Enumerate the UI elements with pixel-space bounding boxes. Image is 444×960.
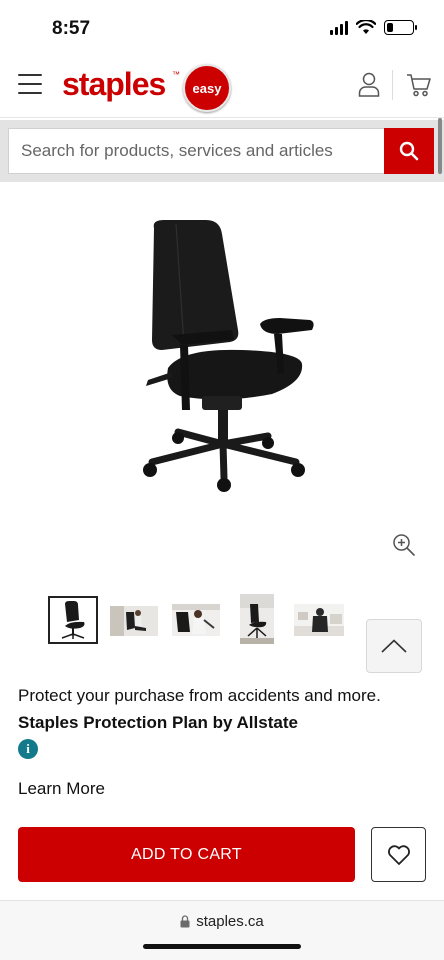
account-icon[interactable] [358,72,380,98]
zoom-in-icon[interactable] [392,533,416,557]
battery-icon [384,20,417,35]
browser-url-bar: staples.ca [0,900,444,960]
search-box [8,128,434,174]
protection-intro: Protect your purchase from accidents and… [18,686,381,705]
header-divider [392,70,393,100]
search-input[interactable] [9,129,384,173]
easy-button-logo[interactable]: easy [183,64,231,112]
thumbnail-woman-seated[interactable] [110,606,158,636]
wishlist-button[interactable] [371,827,426,882]
battery-level [387,23,393,32]
chevron-up-icon [381,639,407,653]
search-icon [399,141,419,161]
menu-icon[interactable] [18,74,42,94]
add-to-cart-button[interactable]: ADD TO CART [18,827,355,882]
thumbnail-chair-front[interactable] [48,596,98,644]
status-bar: 8:57 [0,0,444,56]
page-scrollbar[interactable] [438,118,442,174]
url-text: staples.ca [196,913,264,930]
product-image[interactable] [72,200,372,500]
site-header: staples ™ easy [0,56,444,118]
logo-trademark: ™ [172,70,180,79]
protection-plan-name: Staples Protection Plan by Allstate [18,713,298,732]
wifi-icon [356,20,376,34]
home-indicator[interactable] [143,944,301,949]
learn-more-link[interactable]: Learn More [18,779,105,799]
info-icon[interactable]: i [18,739,38,759]
protection-plan-text: Protect your purchase from accidents and… [18,682,418,736]
status-icons [330,20,417,35]
cart-icon[interactable] [406,72,432,98]
scroll-to-top-button[interactable] [366,619,422,673]
staples-logo[interactable]: staples [62,66,166,103]
url-display[interactable]: staples.ca [0,913,444,930]
lock-icon [180,915,190,928]
status-time: 8:57 [52,18,91,39]
signal-icon [330,20,348,35]
search-bar [0,120,444,182]
thumbnail-chair-in-office[interactable] [240,594,274,644]
search-button[interactable] [384,128,434,174]
thumbnail-woman-adjusting[interactable] [172,604,220,636]
heart-icon [387,844,410,865]
thumbnail-person-at-desk[interactable] [294,604,344,636]
